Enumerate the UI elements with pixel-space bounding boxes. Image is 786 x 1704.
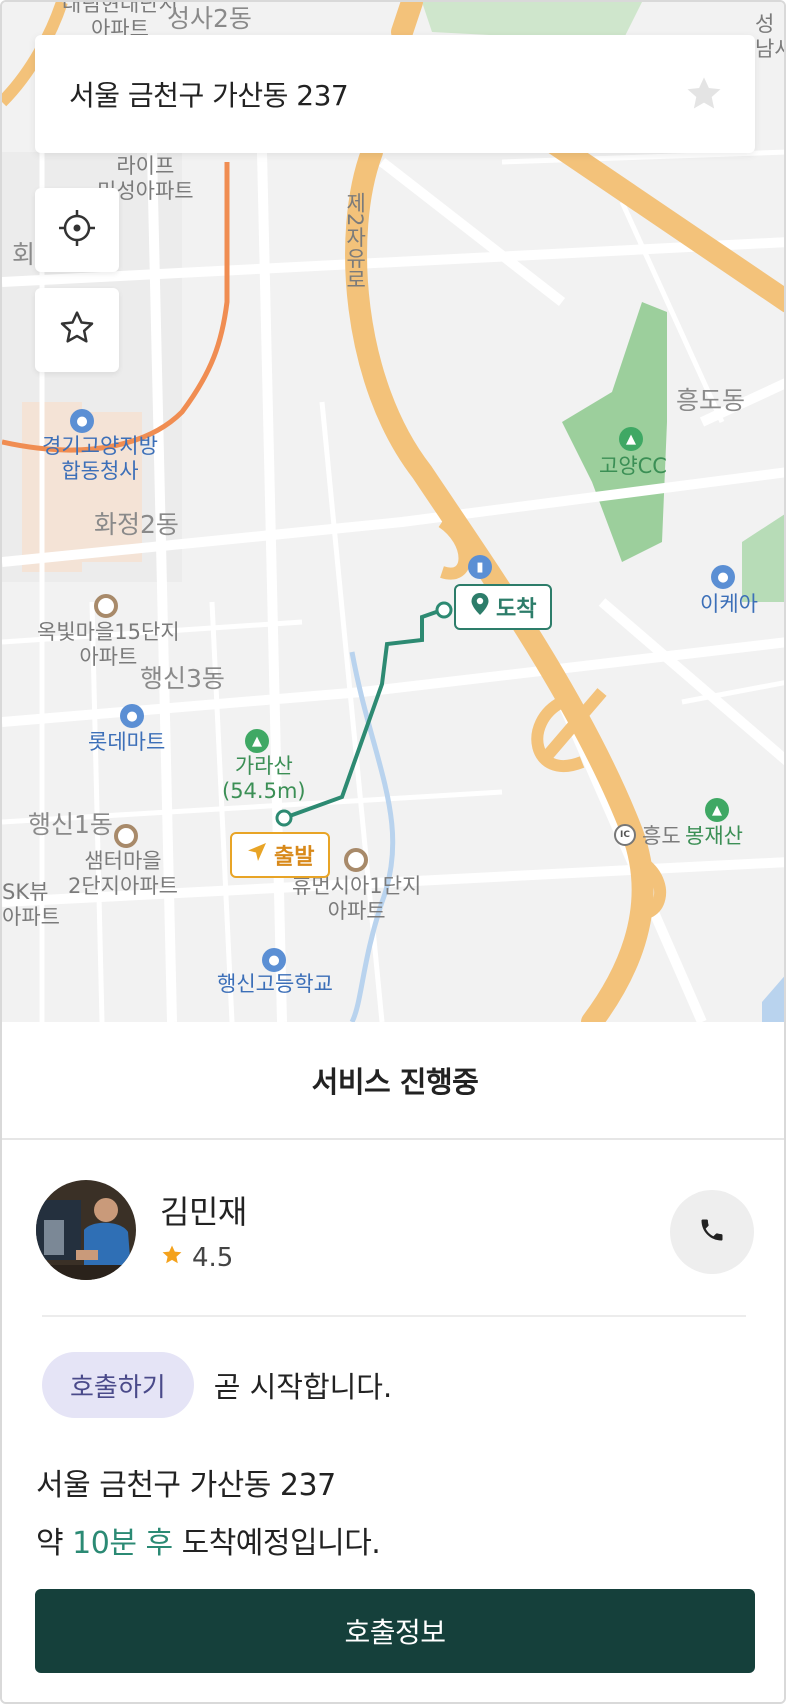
crosshair-icon [57, 208, 97, 252]
mountain-poi-icon: ▲ [705, 798, 729, 822]
map-view[interactable]: 대림현대단지 아파트 성사2동 라이프 미성아파트 회 ● 경기고양지방 합동청사 화… [2, 2, 784, 1022]
school-poi-icon: ● [262, 948, 286, 972]
map-label-haengsin3dong: 행신3동 [140, 664, 225, 693]
destination-address: 서울 금천구 가산동 237 [36, 1468, 336, 1503]
call-driver-button[interactable] [670, 1190, 754, 1274]
map-label-haengsin1dong: 행신1동 [28, 810, 113, 839]
map-label-humansia: 휴먼시아1단지 아파트 [292, 874, 422, 924]
map-label-garasan: 가라산 (54.5m) [222, 754, 306, 804]
map-label-heungdodong: 흥도동 [676, 386, 746, 415]
restaurant-poi-icon: ▮ [468, 555, 492, 579]
apartment-poi-icon [94, 594, 118, 618]
map-label-okbit: 옥빛마을15단지 아파트 [37, 620, 180, 670]
apartment-poi-icon [114, 824, 138, 848]
eta-prefix: 약 [36, 1526, 73, 1561]
star-outline-icon [57, 308, 97, 352]
driver-profile: 김민재 4.5 [36, 1180, 754, 1280]
eta-highlight: 10분 후 [72, 1526, 173, 1561]
rating-value: 4.5 [192, 1243, 234, 1273]
map-label-lotte: 롯데마트 [88, 730, 166, 754]
destination-marker[interactable]: 도착 [454, 584, 553, 630]
address-search-bar[interactable]: 서울 금천구 가산동 237 [35, 35, 755, 153]
map-label-saemteo: 샘터마을 2단지아파트 [68, 849, 178, 899]
map-label-bongjaesan: 봉재산 [685, 824, 743, 848]
map-label-highway: 제2자유로 [343, 192, 368, 290]
government-poi-icon: ● [70, 409, 94, 433]
star-icon[interactable] [681, 71, 727, 117]
status-row: 호출하기 곧 시작합니다. [42, 1352, 392, 1418]
start-label: 출발 [274, 845, 315, 870]
map-label-heungdo: 흥도 [642, 824, 681, 848]
avatar [36, 1180, 136, 1280]
service-status-sheet: 서비스 진행중 김민재 4.5 호출하기 곧 시작합니다. 서울 금천구 가산동… [2, 1022, 784, 1702]
mountain-poi-icon: ▲ [245, 729, 269, 753]
favorites-button[interactable] [35, 288, 119, 372]
navigation-arrow-icon [246, 841, 268, 869]
eta-text: 약 10분 후 도착예정입니다. [36, 1518, 381, 1562]
app-screen: 대림현대단지 아파트 성사2동 라이프 미성아파트 회 ● 경기고양지방 합동청사 화… [0, 0, 786, 1704]
status-text: 곧 시작합니다. [213, 1370, 393, 1404]
map-label-skview: SK뷰 아파트 [2, 880, 60, 930]
sheet-header: 서비스 진행중 [2, 1022, 784, 1140]
golf-poi-icon: ▲ [619, 427, 643, 451]
store-poi-icon: ● [711, 565, 735, 589]
map-label-ikea: 이케아 [700, 592, 758, 616]
map-label-school: 행신고등학교 [217, 972, 333, 996]
phone-icon [698, 1216, 726, 1248]
mart-poi-icon: ● [120, 704, 144, 728]
map-label-right-edge: 성남사 [755, 12, 784, 62]
map-label-goyangcc: 고양CC [599, 454, 667, 478]
driver-rating: 4.5 [160, 1243, 247, 1274]
start-marker[interactable]: 출발 [230, 832, 331, 878]
star-filled-icon [160, 1243, 184, 1274]
interchange-icon: IC [614, 824, 636, 846]
current-location-button[interactable] [35, 188, 119, 272]
map-label-seongsa2dong: 성사2동 [167, 4, 252, 33]
destination-label: 도착 [496, 597, 537, 622]
apartment-poi-icon [344, 848, 368, 872]
location-pin-icon [470, 592, 490, 622]
eta-suffix: 도착예정입니다. [172, 1526, 381, 1561]
status-chip: 호출하기 [42, 1352, 194, 1418]
map-label-hoe: 회 [12, 240, 36, 269]
map-label-hwajeong2dong: 화정2동 [94, 510, 179, 539]
map-label-government: 경기고양지방 합동청사 [42, 434, 158, 484]
divider [42, 1315, 746, 1317]
driver-name: 김민재 [160, 1192, 247, 1231]
call-info-button[interactable]: 호출정보 [35, 1589, 755, 1673]
sheet-title: 서비스 진행중 [311, 1065, 479, 1099]
address-text[interactable]: 서울 금천구 가산동 237 [69, 74, 349, 114]
